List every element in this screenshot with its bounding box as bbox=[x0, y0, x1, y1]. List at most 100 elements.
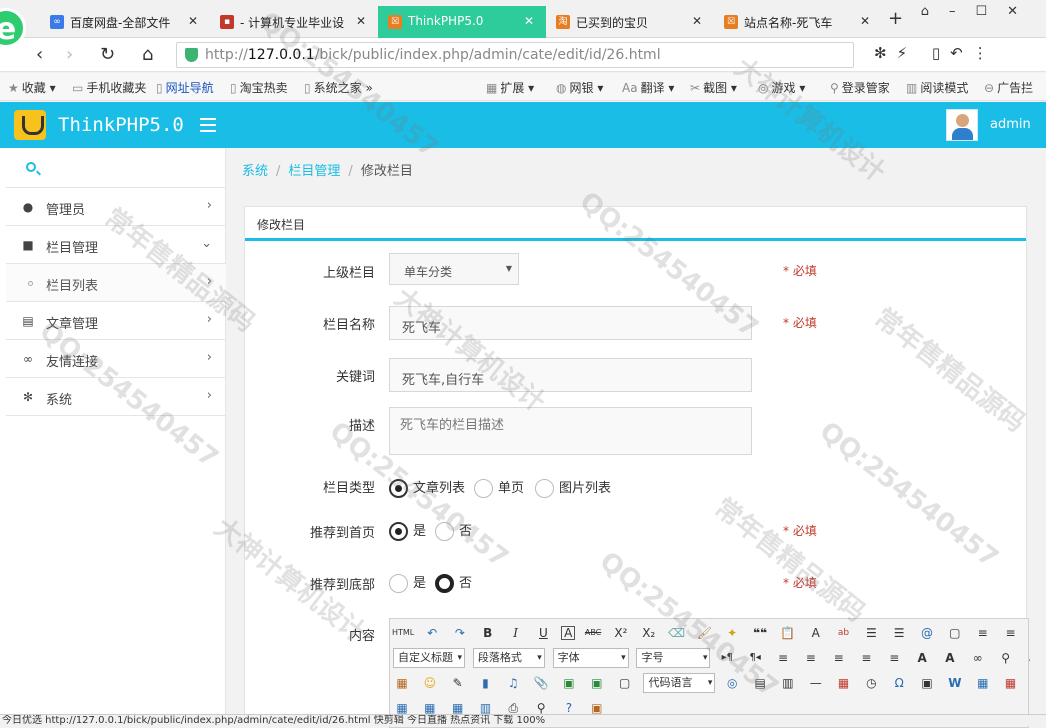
tab-baidu-pan[interactable]: ∞ 百度网盘-全部文件 ✕ bbox=[40, 6, 210, 38]
bold-icon[interactable]: B bbox=[478, 623, 498, 643]
redo-icon[interactable]: ↷ bbox=[450, 623, 470, 643]
font-color-icon[interactable]: A bbox=[806, 623, 826, 643]
unordered-list-icon[interactable]: ☰ bbox=[889, 623, 909, 643]
type-radio-page[interactable]: 单页 bbox=[474, 477, 524, 498]
auto-format-icon[interactable]: ✦ bbox=[722, 623, 742, 643]
paste-icon[interactable]: 📋 bbox=[778, 623, 798, 643]
video-icon[interactable]: ▮ bbox=[475, 673, 495, 693]
breadcrumb-category[interactable]: 栏目管理 bbox=[288, 164, 340, 179]
custom-title-select[interactable]: 自定义标题 bbox=[393, 648, 465, 668]
emoji-icon[interactable]: ☺ bbox=[420, 673, 440, 693]
font-family-select[interactable]: 字体 bbox=[552, 648, 629, 668]
bookmark-screenshot[interactable]: ✂ 截图 ▾ bbox=[690, 79, 737, 96]
sidebar-item-category-list[interactable]: 栏目列表 › bbox=[6, 264, 226, 302]
font-border-icon[interactable]: A bbox=[561, 626, 576, 640]
type-radio-article[interactable]: 文章列表 bbox=[389, 477, 465, 498]
sidebar-item-system[interactable]: ✻ 系统 › bbox=[6, 378, 226, 416]
italic-icon[interactable]: I bbox=[506, 623, 526, 643]
attachment-icon[interactable]: 📎 bbox=[531, 673, 551, 693]
date-icon[interactable]: ▦ bbox=[834, 673, 854, 693]
bookmark-nav[interactable]: ▯ 网址导航 bbox=[156, 79, 214, 96]
new-tab-button[interactable]: + bbox=[888, 8, 903, 29]
bookmark-translate[interactable]: Aa 翻译 ▾ bbox=[622, 79, 674, 96]
bookmark-login[interactable]: ⚲ 登录管家 bbox=[830, 79, 890, 96]
insert-table-icon[interactable]: ▦ bbox=[973, 673, 993, 693]
sidebar-item-category[interactable]: ■ 栏目管理 ⌄ bbox=[6, 226, 226, 264]
bookmark-system[interactable]: ▯ 系统之家 » bbox=[304, 79, 373, 96]
close-icon[interactable]: ✕ bbox=[356, 14, 366, 28]
paragraph-format-select[interactable]: 段落格式 bbox=[472, 648, 545, 668]
align-justify-icon[interactable]: ≡ bbox=[884, 648, 904, 668]
format-brush-icon[interactable]: 🖌 bbox=[694, 623, 714, 643]
rec-index-radio-no[interactable]: 否 bbox=[435, 520, 472, 541]
align-left-icon[interactable]: ≡ bbox=[801, 648, 821, 668]
map-icon[interactable]: ▣ bbox=[559, 673, 579, 693]
font-size-select[interactable]: 字号 bbox=[636, 648, 711, 668]
paragraph-spacing-icon[interactable]: ≡ bbox=[1000, 623, 1020, 643]
bookmark-mobile[interactable]: ▭ 手机收藏夹 bbox=[72, 79, 146, 96]
tab-site[interactable]: ☒ 站点名称-死飞车 ✕ bbox=[714, 6, 882, 38]
reload-icon[interactable]: ↻ bbox=[100, 44, 115, 65]
bookmark-games[interactable]: ◎ 游戏 ▾ bbox=[758, 79, 805, 96]
lowercase-icon[interactable]: A bbox=[940, 648, 960, 668]
bookmark-taobao[interactable]: ▯ 淘宝热卖 bbox=[230, 79, 288, 96]
back-icon[interactable]: ‹ bbox=[36, 44, 43, 65]
home-icon[interactable]: ⌂ bbox=[142, 44, 153, 65]
rec-bottom-radio-no[interactable]: 否 bbox=[435, 572, 472, 593]
sidebar-item-links[interactable]: ∞ 友情连接 › bbox=[6, 340, 226, 378]
eraser-icon[interactable]: ⌫ bbox=[667, 623, 687, 643]
avatar[interactable] bbox=[946, 109, 978, 141]
template-icon[interactable]: ▥ bbox=[778, 673, 798, 693]
time-icon[interactable]: ◷ bbox=[861, 673, 881, 693]
snapscreen-icon[interactable]: ▣ bbox=[917, 673, 937, 693]
bookmark-adblock[interactable]: ⊖ 广告拦 bbox=[984, 79, 1033, 96]
forward-icon[interactable]: › bbox=[66, 44, 73, 65]
mention-icon[interactable]: @ bbox=[917, 623, 937, 643]
uppercase-icon[interactable]: A bbox=[912, 648, 932, 668]
code-language-select[interactable]: 代码语言 bbox=[643, 673, 716, 693]
close-icon[interactable]: ✕ bbox=[860, 14, 870, 28]
close-icon[interactable]: ✕ bbox=[524, 14, 534, 28]
page-break-icon[interactable]: ◎ bbox=[722, 673, 742, 693]
frame-icon[interactable]: ▢ bbox=[615, 673, 635, 693]
insert-row-icon[interactable]: ▥ bbox=[1028, 673, 1030, 693]
bookmark-extensions[interactable]: ▦ 扩展 ▾ bbox=[486, 79, 534, 96]
word-image-icon[interactable]: W bbox=[945, 673, 965, 693]
keywords-input[interactable]: 死飞车,自行车 bbox=[389, 358, 752, 392]
undo-icon[interactable]: ↶ bbox=[422, 623, 442, 643]
bookmark-favorites[interactable]: ★ 收藏 ▾ bbox=[8, 79, 56, 96]
type-radio-images[interactable]: 图片列表 bbox=[535, 477, 611, 498]
address-bar[interactable]: http://127.0.0.1/bick/public/index.php/a… bbox=[176, 42, 854, 68]
tab-thinkphp[interactable]: ☒ ThinkPHP5.0 ✕ bbox=[378, 6, 546, 38]
rtl-icon[interactable]: ¶◂ bbox=[745, 648, 765, 668]
align-center-icon[interactable]: ≡ bbox=[829, 648, 849, 668]
subscript-icon[interactable]: X₂ bbox=[639, 623, 659, 643]
name-input[interactable]: 死飞车 bbox=[389, 306, 752, 340]
parent-select[interactable]: 单车分类 ▼ bbox=[389, 253, 519, 285]
close-icon[interactable]: ✕ bbox=[188, 14, 198, 28]
background-icon[interactable]: ▤ bbox=[750, 673, 770, 693]
anchor-icon[interactable]: ⚓ bbox=[1023, 648, 1030, 668]
rec-index-radio-yes[interactable]: 是 bbox=[389, 520, 426, 541]
link-icon[interactable]: ∞ bbox=[968, 648, 988, 668]
bookmark-reading[interactable]: ▥ 阅读模式 bbox=[906, 79, 968, 96]
tab-taobao[interactable]: 淘 已买到的宝贝 ✕ bbox=[546, 6, 714, 38]
simple-upload-icon[interactable]: ▦ bbox=[392, 673, 412, 693]
menu-toggle-icon[interactable] bbox=[200, 118, 216, 132]
nav-extension-icons[interactable]: ✻⚡ ▯↶⋮ bbox=[874, 44, 998, 62]
music-icon[interactable]: ♫ bbox=[503, 673, 523, 693]
special-char-icon[interactable]: Ω bbox=[889, 673, 909, 693]
bookmark-bank[interactable]: ◍ 网银 ▾ bbox=[556, 79, 603, 96]
close-icon[interactable]: ✕ bbox=[692, 14, 702, 28]
unlink-icon[interactable]: ⚲ bbox=[996, 648, 1016, 668]
desc-textarea[interactable]: 死飞车的栏目描述 bbox=[389, 407, 752, 455]
line-height-icon[interactable]: ≡ bbox=[973, 623, 993, 643]
tab-graduation[interactable]: ▪ - 计算机专业毕业设 ✕ bbox=[210, 6, 378, 38]
delete-table-icon[interactable]: ▦ bbox=[1001, 673, 1021, 693]
window-controls[interactable]: ⌂–☐✕ bbox=[921, 4, 1038, 19]
breadcrumb-system[interactable]: 系统 bbox=[242, 164, 268, 179]
highlight-icon[interactable]: ab bbox=[834, 623, 854, 643]
sidebar-item-admin[interactable]: ● 管理员 › bbox=[6, 188, 226, 226]
ltr-icon[interactable]: ▸¶ bbox=[717, 648, 737, 668]
scrawl-icon[interactable]: ✎ bbox=[448, 673, 468, 693]
